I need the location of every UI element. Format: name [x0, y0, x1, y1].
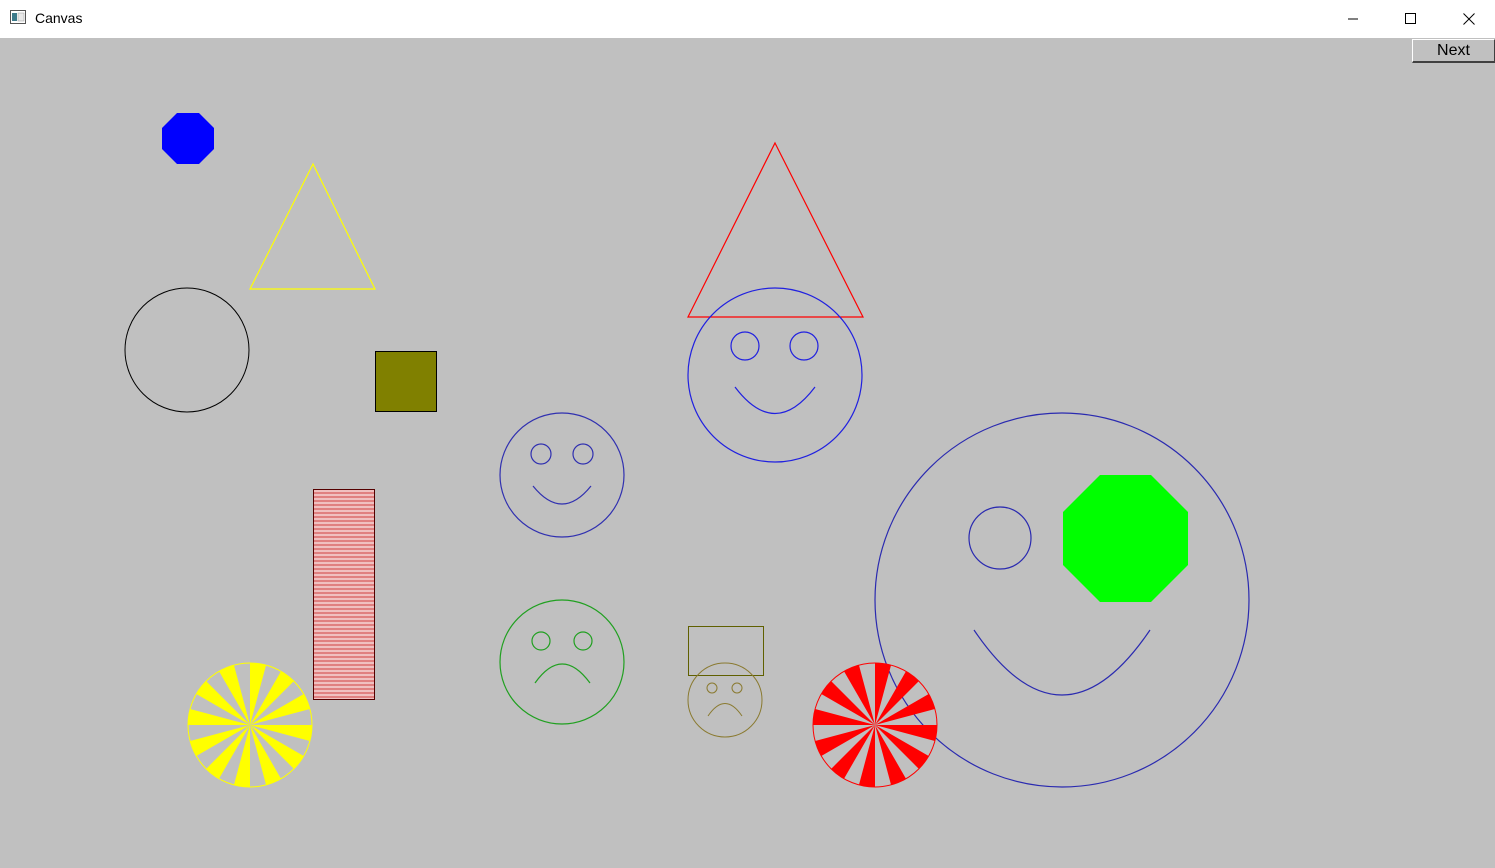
- smiley-face-small: [499, 412, 625, 538]
- red-pinwheel: [812, 662, 938, 788]
- green-octagon: [1063, 475, 1188, 602]
- smiley-face-large-blue: [687, 287, 863, 463]
- yellow-triangle: [249, 162, 376, 290]
- yellow-pinwheel: [187, 662, 313, 788]
- olive-rectangle-outline: [688, 626, 764, 676]
- sad-face-green: [499, 599, 625, 725]
- shapes-layer: [124, 113, 1250, 788]
- striped-rectangle: [313, 489, 375, 700]
- next-button[interactable]: Next: [1412, 39, 1495, 63]
- black-circle: [124, 287, 250, 413]
- olive-square: [375, 351, 437, 412]
- sad-face-olive: [687, 662, 763, 738]
- blue-octagon: [162, 113, 214, 164]
- red-triangle: [687, 141, 864, 318]
